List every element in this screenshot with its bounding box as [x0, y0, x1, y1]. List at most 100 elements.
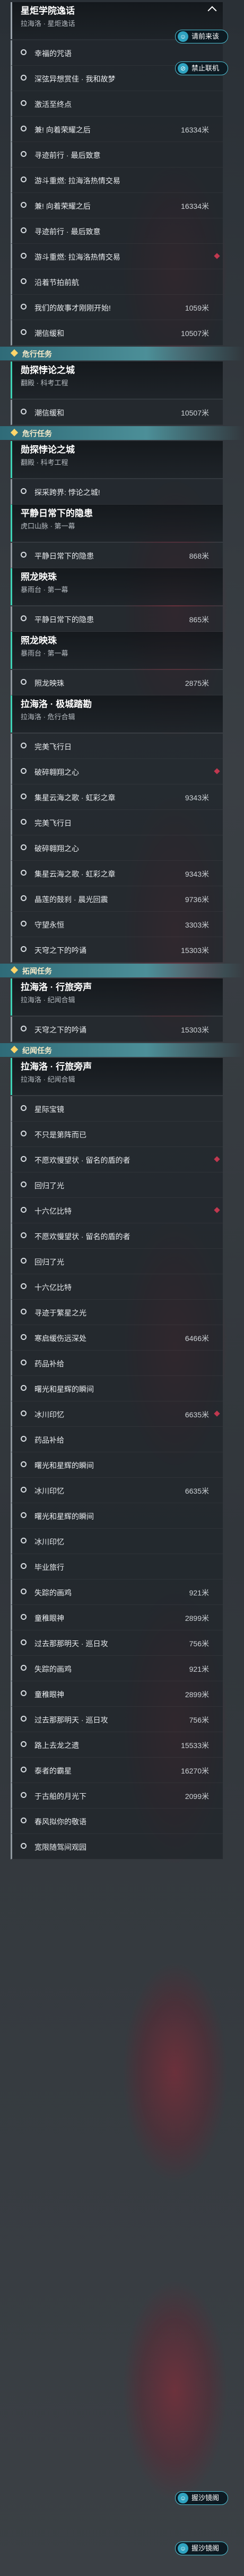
task-list-item[interactable]: 集星云海之歌 · 虹彩之章 9343米	[11, 861, 223, 886]
task-list-item[interactable]: 宽限随驾间观园	[11, 1834, 223, 1859]
task-status-ring-icon	[21, 1360, 27, 1365]
task-label: 曙光和星辉的瞬间	[34, 1512, 94, 1521]
task-list-item[interactable]: 冰川印忆	[11, 1529, 223, 1554]
task-list-item[interactable]: 回归了光	[11, 1249, 223, 1274]
status-badge[interactable]: ☺ 握沙镜阁	[175, 2542, 228, 2555]
task-group-title: 拉海洛 · 极城踏勘	[21, 699, 92, 709]
task-list-item[interactable]: 曙光和星辉的瞬间	[11, 1376, 223, 1401]
task-list-item[interactable]: 完美飞行日	[11, 810, 223, 835]
task-list-item[interactable]: 平静日常下的隐患 865米	[11, 606, 223, 632]
task-list-item[interactable]: 守望永恒 3303米	[11, 912, 223, 937]
task-list-item[interactable]: 寻迹于繁星之光	[11, 1300, 223, 1325]
task-list-item[interactable]: 十六亿比特	[11, 1274, 223, 1300]
task-list-item[interactable]: 过去那那明天 · 巡日攻 756米	[11, 1630, 223, 1656]
task-list-item[interactable]: 破碎翱翔之心	[11, 835, 223, 861]
task-group-subtitle: 暴雨台 · 第一幕	[21, 586, 68, 594]
task-list-item[interactable]: 完美飞行日	[11, 734, 223, 759]
task-list-item[interactable]: 曙光和星辉的瞬间	[11, 1503, 223, 1529]
task-list-item[interactable]: 晶莲的鼓刹 · 晨光回震 9736米	[11, 886, 223, 912]
task-distance: 16270米	[181, 1767, 209, 1775]
task-group-header[interactable]: 勋探悖论之城 翻殿 · 科考工程	[11, 441, 223, 478]
task-list-item[interactable]: 潮信缓和 10507米	[11, 320, 223, 346]
task-group-header[interactable]: 平静日常下的隐患 虎口山脉 · 第一幕	[11, 505, 223, 542]
task-list-item[interactable]: 游斗重燃: 拉海洛热情交易	[11, 244, 223, 269]
task-label: 星际宝镜	[34, 1105, 64, 1114]
task-label: 天穹之下的吟诵	[34, 1026, 86, 1034]
task-list-item[interactable]: 星际宝镜	[11, 1096, 223, 1122]
task-list-item[interactable]: 童稚眼神 2899米	[11, 1681, 223, 1707]
task-list-item[interactable]: 寻迹前行 · 最后致意	[11, 142, 223, 167]
task-list-item[interactable]: 天穹之下的吟诵 15303米	[11, 1017, 223, 1042]
task-list-item[interactable]: 激活至终点	[11, 91, 223, 117]
task-status-ring-icon	[21, 1156, 27, 1162]
task-list-item[interactable]: 兼! 向着荣耀之后 16334米	[11, 117, 223, 142]
task-list-item[interactable]: 于古船的月光下 2099米	[11, 1783, 223, 1809]
task-list-item[interactable]: 天穹之下的吟诵 15303米	[11, 937, 223, 963]
task-label: 不愿欢慢望状 · 留名的盾的者	[34, 1232, 130, 1241]
task-list-item[interactable]: 过去那那明天 · 巡日攻 756米	[11, 1707, 223, 1732]
task-label: 晶莲的鼓刹 · 晨光回震	[34, 895, 108, 904]
task-status-ring-icon	[21, 946, 27, 952]
task-list-item[interactable]: 我们的故事才刚刚开始! 1059米	[11, 295, 223, 320]
task-label: 药品补给	[34, 1360, 64, 1368]
task-list-item[interactable]: 平静日常下的隐患 868米	[11, 543, 223, 568]
task-group-header[interactable]: 照龙映珠 暴雨台 · 第一幕	[11, 632, 223, 669]
task-list-item[interactable]: 冰川印忆 6635米	[11, 1401, 223, 1427]
task-distance: 6635米	[185, 1487, 209, 1495]
task-list-item[interactable]: 失踪的画鸡 921米	[11, 1656, 223, 1681]
task-status-ring-icon	[21, 304, 27, 310]
status-badge[interactable]: ⊘ 禁止联机	[175, 61, 228, 75]
task-label: 照龙映珠	[34, 679, 64, 687]
task-label: 宽限随驾间观园	[34, 1843, 86, 1851]
status-badge[interactable]: ☺ 请前来该	[175, 30, 228, 43]
task-list-item[interactable]: 不愿欢慢望状 · 留名的盾的者	[11, 1147, 223, 1172]
task-group-header[interactable]: 照龙映珠 暴雨台 · 第一幕	[11, 568, 223, 605]
task-label: 毕业旅行	[34, 1563, 64, 1572]
status-badge[interactable]: ☺ 握沙镜阁	[175, 2491, 228, 2505]
task-label: 天穹之下的吟诵	[34, 946, 86, 955]
task-label: 泰者的霸星	[34, 1767, 72, 1775]
task-list-item[interactable]: 回归了光	[11, 1172, 223, 1198]
task-label: 寻迹前行 · 最后致意	[34, 151, 101, 160]
task-distance: 1059米	[185, 304, 209, 312]
category-diamond-icon	[10, 966, 19, 974]
task-list-item[interactable]: 冰川印忆 6635米	[11, 1478, 223, 1503]
task-list-item[interactable]: 曙光和星辉的瞬间	[11, 1452, 223, 1478]
task-list-item[interactable]: 十六亿比特	[11, 1198, 223, 1223]
task-group-header[interactable]: 勋探悖论之城 翻殿 · 科考工程	[11, 361, 223, 399]
task-status-ring-icon	[21, 329, 27, 335]
task-group-title: 勋探悖论之城	[21, 445, 75, 455]
task-label: 破碎翱翔之心	[34, 768, 79, 777]
task-list-item[interactable]: 春风拟你的敬语	[11, 1809, 223, 1834]
task-list-item[interactable]: 毕业旅行	[11, 1554, 223, 1580]
task-list-item[interactable]: 游斗重燃: 拉海洛热情交易	[11, 167, 223, 193]
task-list-item[interactable]: 集星云海之歌 · 虹彩之章 9343米	[11, 784, 223, 810]
task-group-header[interactable]: 拉海洛 · 行旅旁声 拉海洛 · 纪闻合辑	[11, 1058, 223, 1095]
task-status-ring-icon	[21, 1283, 27, 1289]
category-diamond-icon	[10, 349, 19, 357]
task-list-item[interactable]: 沿着节拍前航	[11, 269, 223, 295]
task-list-item[interactable]: 探采跨界: 悖论之城!	[11, 479, 223, 505]
task-label: 完美飞行日	[34, 743, 72, 751]
task-list-item[interactable]: 不只是第阵而已	[11, 1122, 223, 1147]
task-list-item[interactable]: 潮信缓和 10507米	[11, 400, 223, 425]
task-group-header[interactable]: 拉海洛 · 行旅旁声 拉海洛 · 纪闻合辑	[11, 978, 223, 1016]
task-list-item[interactable]: 失踪的画鸡 921米	[11, 1580, 223, 1605]
task-group-header[interactable]: 拉海洛 · 极城踏勘 拉海洛 · 危行合辑	[11, 695, 223, 733]
task-distance: 9343米	[185, 793, 209, 802]
task-status-ring-icon	[21, 1436, 27, 1442]
task-list-item[interactable]: 不愿欢慢望状 · 留名的盾的者	[11, 1223, 223, 1249]
task-status-ring-icon	[21, 1232, 27, 1238]
task-list-item[interactable]: 兼! 向着荣耀之后 16334米	[11, 193, 223, 218]
task-list-item[interactable]: 破碎翱翔之心	[11, 759, 223, 784]
task-list-item[interactable]: 药品补给	[11, 1427, 223, 1452]
task-list-item[interactable]: 泰者的霸星 16270米	[11, 1758, 223, 1783]
task-list-item[interactable]: 寻迹前行 · 最后致意	[11, 218, 223, 244]
task-list-item[interactable]: 照龙映珠 2875米	[11, 670, 223, 695]
task-status-ring-icon	[21, 844, 27, 850]
task-list-item[interactable]: 路上去龙之遗 15533米	[11, 1732, 223, 1758]
task-list-item[interactable]: 寒启缓伤远深处 6466米	[11, 1325, 223, 1351]
task-list-item[interactable]: 童稚眼神 2899米	[11, 1605, 223, 1630]
task-list-item[interactable]: 药品补给	[11, 1351, 223, 1376]
category-label: 纪闻任务	[22, 1046, 52, 1055]
